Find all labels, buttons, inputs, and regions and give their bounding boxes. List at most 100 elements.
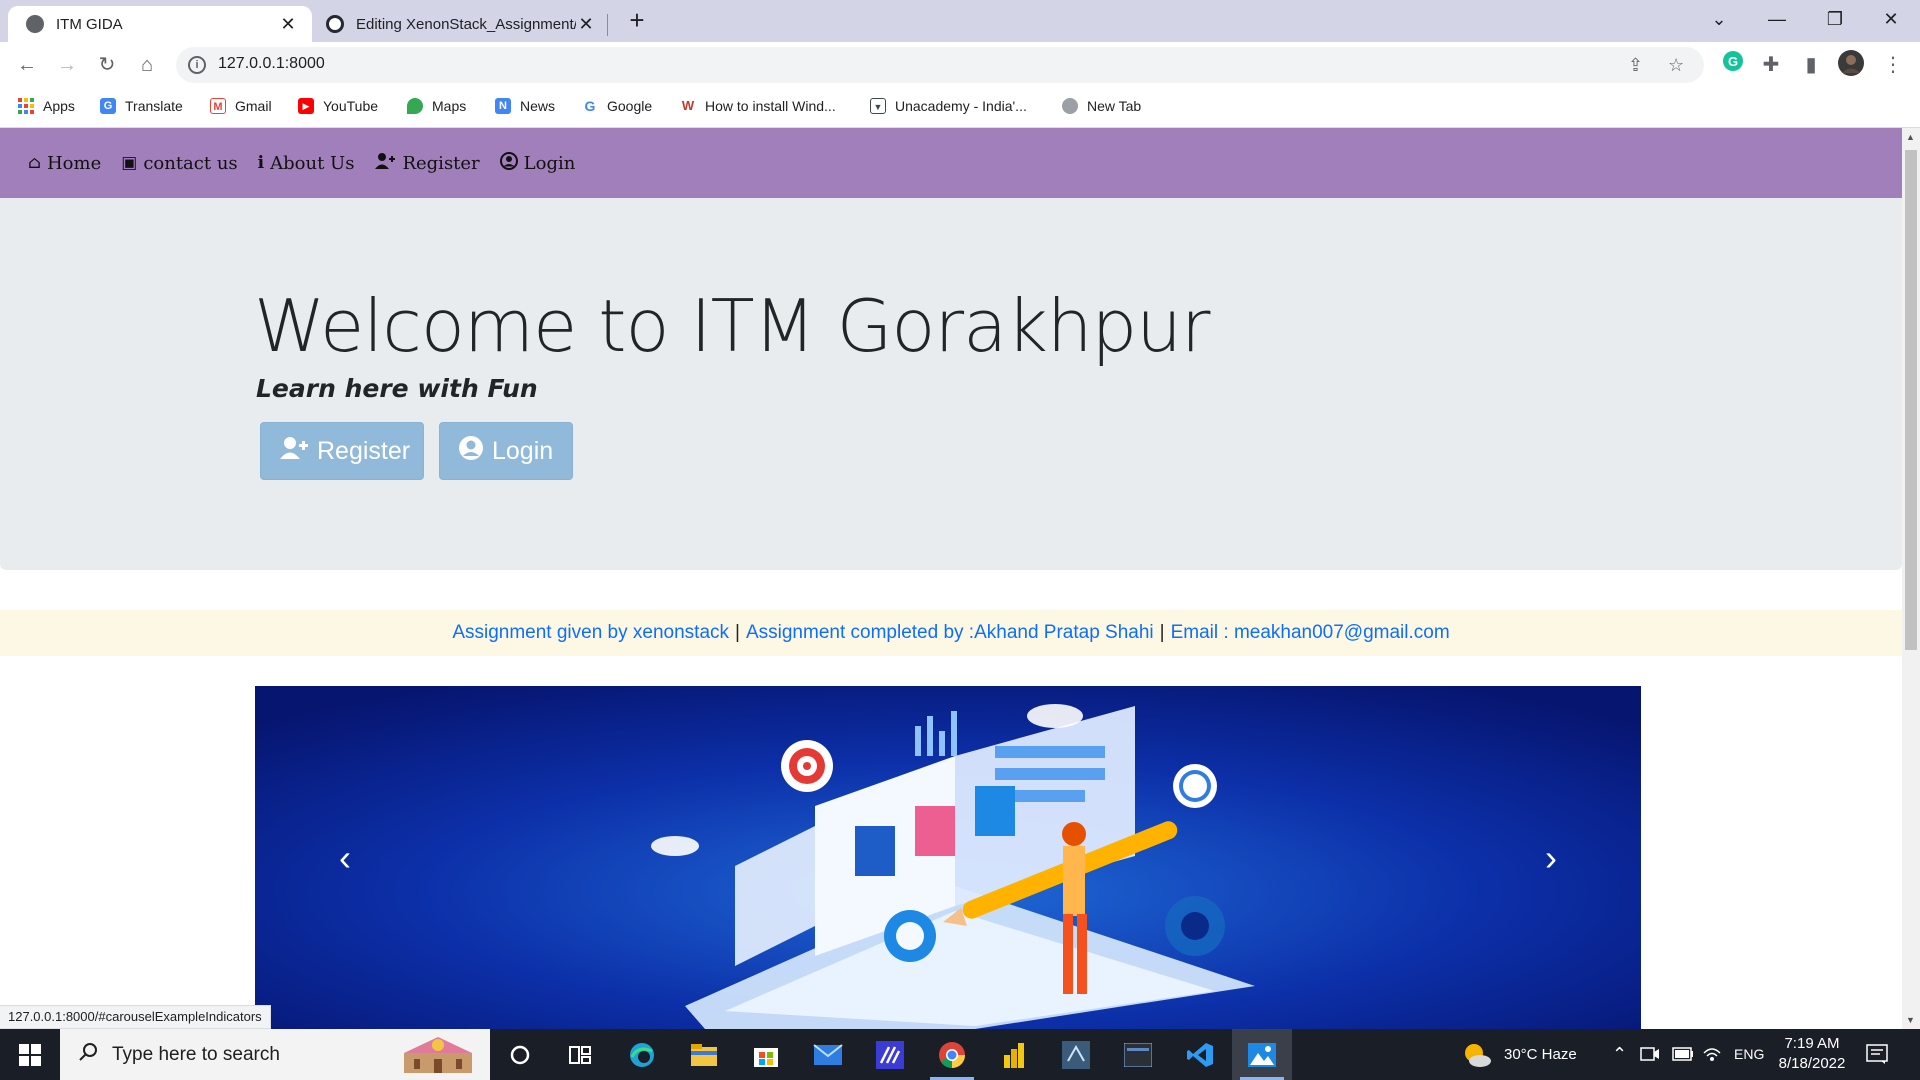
extensions-puzzle-icon[interactable]: ✚ <box>1756 50 1786 80</box>
minimize-button[interactable]: — <box>1748 0 1806 40</box>
close-window-button[interactable]: ✕ <box>1862 0 1920 40</box>
nav-login[interactable]: Login <box>499 151 575 175</box>
bookmark-youtube[interactable]: ▶ YouTube <box>298 98 378 114</box>
bookmark-maps[interactable]: Maps <box>407 98 466 114</box>
bookmark-label: Google <box>607 98 653 114</box>
maps-icon <box>407 98 423 114</box>
hero-login-button[interactable]: Login <box>439 422 573 480</box>
menu-kebab-icon[interactable]: ⋮ <box>1878 50 1908 80</box>
contact-email[interactable]: Email : meakhan007@gmail.com <box>1171 622 1450 643</box>
new-tab-button[interactable]: + <box>622 6 652 36</box>
nav-label: About Us <box>270 152 355 174</box>
nav-label: contact us <box>143 152 238 174</box>
restore-button[interactable]: ❐ <box>1806 0 1864 40</box>
cortana-icon[interactable] <box>490 1029 550 1080</box>
clock-date: 8/18/2022 <box>1778 1055 1846 1072</box>
url-text[interactable]: 127.0.0.1:8000 <box>218 55 325 73</box>
bookmark-label: Apps <box>43 98 75 114</box>
user-circle-icon <box>499 151 518 175</box>
nav-about-us[interactable]: i About Us <box>258 153 355 174</box>
nav-contact-us[interactable]: ▣ contact us <box>121 153 237 174</box>
system-clock[interactable]: 7:19 AM 8/18/2022 <box>1770 1034 1854 1074</box>
share-icon[interactable]: ⇪ <box>1628 55 1643 76</box>
hero-register-label: Register <box>317 436 411 465</box>
scroll-up-arrow-icon[interactable]: ▲ <box>1906 132 1915 142</box>
home-icon[interactable]: ⌂ <box>132 50 162 80</box>
taskbar-search-box[interactable]: Type here to search <box>60 1029 490 1080</box>
scroll-down-arrow-icon[interactable]: ▼ <box>1906 1015 1915 1025</box>
nav-home[interactable]: ⌂ Home <box>28 153 101 174</box>
bookmark-new-tab[interactable]: New Tab <box>1062 98 1141 114</box>
app-icon[interactable] <box>860 1029 920 1080</box>
reload-icon[interactable]: ↻ <box>92 50 122 80</box>
tab-itm-gida[interactable]: ITM GIDA ✕ <box>8 6 312 42</box>
unacademy-icon: ▼ <box>870 98 886 114</box>
forward-arrow-icon[interactable]: → <box>52 50 82 80</box>
tab-github-editing[interactable]: Editing XenonStack_Assignment/ ✕ <box>316 6 608 42</box>
edge-icon[interactable] <box>612 1029 672 1080</box>
bookmark-gmail[interactable]: M Gmail <box>210 98 272 114</box>
profile-avatar[interactable] <box>1836 50 1866 80</box>
mail-icon[interactable] <box>798 1029 858 1080</box>
back-arrow-icon[interactable]: ← <box>12 50 42 80</box>
scrollbar-thumb[interactable] <box>1905 150 1917 650</box>
file-explorer-icon[interactable] <box>674 1029 734 1080</box>
clock-time: 7:19 AM <box>1784 1035 1840 1052</box>
address-bar[interactable]: i 127.0.0.1:8000 ⇪ ☆ <box>176 47 1704 83</box>
site-info-icon[interactable]: i <box>188 56 206 74</box>
store-icon[interactable] <box>736 1029 796 1080</box>
tab-search-button[interactable]: ⌄ <box>1690 0 1748 40</box>
carousel-prev-button[interactable]: ‹ <box>255 686 435 1029</box>
power-bi-icon[interactable] <box>984 1029 1044 1080</box>
chevron-left-icon: ‹ <box>339 836 351 878</box>
photos-icon[interactable] <box>1232 1029 1292 1080</box>
side-panel-icon[interactable]: ▮ <box>1796 50 1826 80</box>
page-scrollbar[interactable]: ▲ ▼ <box>1902 128 1920 1029</box>
bookmark-star-icon[interactable]: ☆ <box>1668 55 1684 76</box>
chevron-right-icon: › <box>1545 836 1557 878</box>
translate-icon: G <box>100 98 116 114</box>
chevron-up-icon[interactable]: ⌃ <box>1612 1029 1627 1080</box>
bookmark-label: YouTube <box>323 98 379 114</box>
browser-tab-strip: ITM GIDA ✕ Editing XenonStack_Assignment… <box>0 0 1920 42</box>
github-icon <box>326 15 344 33</box>
close-tab-icon[interactable]: ✕ <box>576 14 596 35</box>
nav-register[interactable]: Register <box>374 152 480 175</box>
assignment-info-strip: Assignment given by xenonstack | Assignmen… <box>0 610 1902 656</box>
bookmark-news[interactable]: N News <box>495 98 555 114</box>
globe-icon <box>1062 98 1078 114</box>
wifi-icon[interactable] <box>1702 1045 1722 1068</box>
grammarly-icon[interactable]: G <box>1718 50 1748 80</box>
meet-now-icon[interactable] <box>1640 1045 1660 1068</box>
bookmark-apps[interactable]: Apps <box>18 98 75 114</box>
bookmark-translate[interactable]: G Translate <box>100 98 183 114</box>
bookmark-label: How to install Wind... <box>705 98 836 114</box>
vscode-icon[interactable] <box>1170 1029 1230 1080</box>
svg-text:G: G <box>1728 54 1738 69</box>
user-plus-icon <box>374 152 396 175</box>
language-indicator[interactable]: ENG <box>1734 1029 1764 1080</box>
carousel-next-button[interactable]: › <box>1461 686 1641 1029</box>
nav-label: Home <box>46 152 102 174</box>
mysql-workbench-icon[interactable] <box>1108 1029 1168 1080</box>
ssms-icon[interactable] <box>1046 1029 1106 1080</box>
bookmark-google[interactable]: G Google <box>582 98 652 114</box>
separator: | <box>735 622 740 643</box>
hero-register-button[interactable]: Register <box>260 422 424 480</box>
chrome-icon[interactable] <box>922 1029 982 1080</box>
battery-icon[interactable] <box>1672 1047 1694 1066</box>
hero-title: Welcome to ITM Gorakhpur <box>254 284 1210 368</box>
task-view-icon[interactable] <box>550 1029 610 1080</box>
close-tab-icon[interactable]: ✕ <box>278 14 298 35</box>
weather-sun-icon[interactable] <box>1462 1041 1492 1074</box>
assignment-given-by: Assignment given by xenonstack <box>452 622 730 643</box>
windows-taskbar: Type here to search 30°C Haze ⌃ ENG 7:19… <box>0 1029 1920 1080</box>
info-icon: i <box>257 153 265 173</box>
hero-jumbotron: Welcome to ITM Gorakhpur Learn here with… <box>0 198 1902 570</box>
bookmark-unacademy[interactable]: ▼ Unacademy - India'... <box>870 98 1027 114</box>
weather-text[interactable]: 30°C Haze <box>1504 1029 1577 1080</box>
start-button[interactable] <box>0 1029 60 1080</box>
notification-center-icon[interactable] <box>1866 1043 1888 1070</box>
bookmark-how-to-install[interactable]: W How to install Wind... <box>680 98 836 114</box>
bookmarks-bar: Apps G Translate M Gmail ▶ YouTube Maps … <box>0 88 1920 128</box>
